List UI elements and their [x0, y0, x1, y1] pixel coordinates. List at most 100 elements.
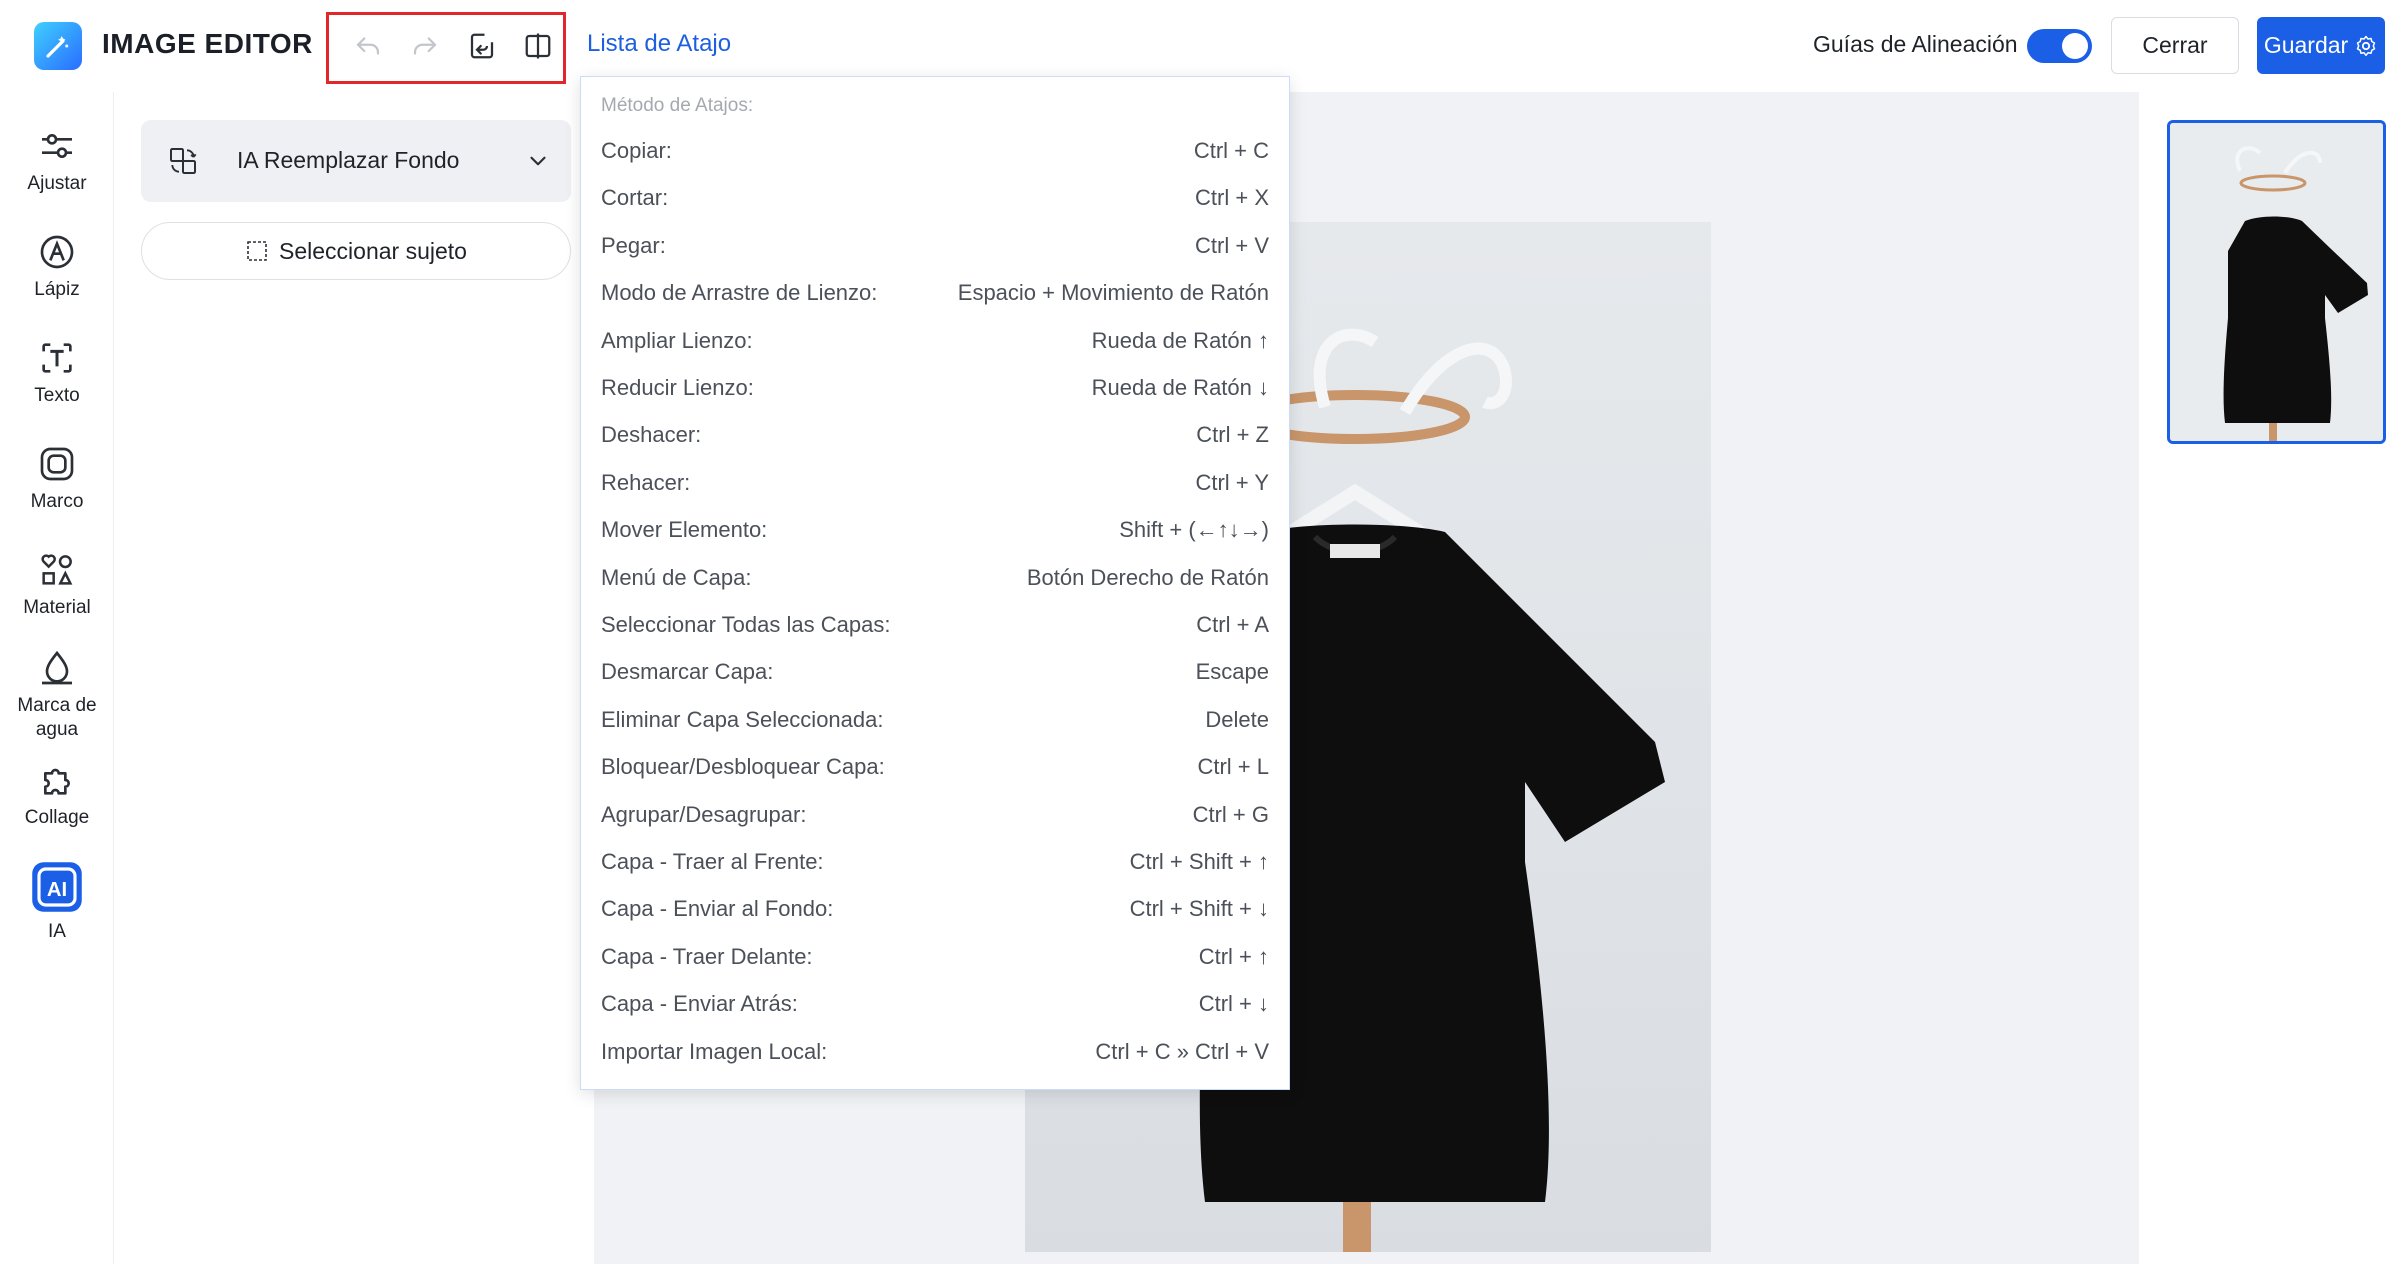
sidebar-item-label: IA: [48, 921, 66, 942]
sidebar-item-marca-de-agua[interactable]: Marca de agua: [0, 648, 114, 742]
shortcut-row: Capa - Traer Delante: Ctrl + ↑: [601, 937, 1269, 977]
shortcut-row: Deshacer: Ctrl + Z: [601, 415, 1269, 455]
undo-icon: [356, 37, 380, 55]
sidebar-item-material[interactable]: Material: [0, 550, 114, 620]
sidebar-item-label: Ajustar: [27, 173, 87, 194]
shortcut-keys: Ctrl + A: [1196, 612, 1269, 637]
shortcut-keys: Shift + (←↑↓→): [1119, 517, 1269, 543]
shortcut-keys: Rueda de Ratón ↑: [1091, 327, 1269, 353]
shortcut-action: Capa - Traer Delante:: [601, 943, 813, 969]
shortcut-action: Capa - Enviar al Fondo:: [601, 896, 834, 922]
shortcut-row: Eliminar Capa Seleccionada: Delete: [601, 700, 1269, 740]
sidebar-item-label: Marca de agua: [17, 695, 97, 740]
layers-panel: [2139, 92, 2397, 1264]
shortcut-row: Seleccionar Todas las Capas: Ctrl + A: [601, 605, 1269, 645]
shortcut-action: Agrupar/Desagrupar:: [601, 801, 807, 827]
shortcut-row: Ampliar Lienzo: Rueda de Ratón ↑: [601, 321, 1269, 361]
compare-button[interactable]: [518, 26, 558, 66]
shortcut-row: Desmarcar Capa: Escape: [601, 652, 1269, 692]
dress-thumbnail: [2170, 123, 2383, 441]
undo-button[interactable]: [348, 26, 388, 66]
shortcut-row: Rehacer: Ctrl + Y: [601, 463, 1269, 503]
shortcut-action: Rehacer:: [601, 469, 691, 495]
sidebar-item-label: Marco: [30, 491, 84, 512]
chevron-down-icon: [530, 156, 546, 166]
shortcut-keys: Ctrl + Shift + ↑: [1129, 849, 1269, 874]
shortcut-action: Cortar:: [601, 185, 669, 211]
save-button[interactable]: Guardar: [2257, 17, 2385, 74]
shortcut-keys: Ctrl + ↓: [1198, 991, 1269, 1017]
shortcut-keys: Delete: [1205, 706, 1269, 732]
sidebar-item-label: Material: [23, 597, 91, 618]
shortcut-row: Modo de Arrastre de Lienzo: Espacio + Mov…: [601, 273, 1269, 313]
shortcut-keys: Ctrl + L: [1197, 754, 1269, 780]
shortcut-row: Importar Imagen Local: Ctrl + C » Ctrl + …: [601, 1032, 1269, 1072]
close-button[interactable]: Cerrar: [2111, 17, 2239, 74]
shortcut-list-popup: Método de Atajos: Copiar: Ctrl + C Cortar:…: [580, 76, 1290, 1090]
shortcut-action: Deshacer:: [601, 422, 702, 448]
shortcut-row: Copiar: Ctrl + C: [601, 131, 1269, 171]
sidebar-item-ajustar[interactable]: Ajustar: [0, 126, 114, 196]
shortcut-keys: Ctrl + Y: [1195, 469, 1269, 495]
image-thumbnail[interactable]: [2167, 120, 2386, 444]
gear-icon: [2356, 35, 2376, 56]
restore-icon: [470, 33, 494, 59]
app-title: IMAGE EDITOR: [102, 28, 313, 59]
shortcut-row: Capa - Enviar Atrás: Ctrl + ↓: [601, 984, 1269, 1024]
shortcut-action: Reducir Lienzo:: [601, 375, 754, 400]
shortcut-row: Mover Elemento: Shift + (←↑↓→): [601, 510, 1269, 550]
shortcut-row: Capa - Enviar al Fondo: Ctrl + Shift + ↓: [601, 889, 1269, 929]
feature-title: IA Reemplazar Fondo: [237, 147, 460, 173]
sliders-icon: [42, 133, 72, 159]
magic-wand-icon: [34, 22, 82, 70]
watermark-icon: [42, 650, 72, 685]
shortcut-action: Capa - Traer al Frente:: [601, 849, 824, 874]
shortcut-row: Capa - Traer al Frente: Ctrl + Shift + ↑: [601, 842, 1269, 882]
shortcut-action: Pegar:: [601, 232, 666, 258]
alignment-guides-label: Guías de Alineación: [1813, 31, 2018, 57]
shortcut-keys: Ctrl + Shift + ↓: [1129, 896, 1269, 922]
select-subject-button[interactable]: Seleccionar sujeto: [141, 222, 571, 280]
shortcut-keys: Rueda de Ratón ↓: [1091, 375, 1269, 400]
shortcut-list-link[interactable]: Lista de Atajo: [587, 30, 731, 58]
pencil-icon: [40, 235, 74, 269]
shortcut-row: Reducir Lienzo: Rueda de Ratón ↓: [601, 368, 1269, 408]
sidebar-item-label: Lápiz: [34, 279, 80, 300]
compare-icon: [525, 33, 551, 59]
feature-panel: IA Reemplazar Fondo Seleccionar sujeto: [115, 92, 593, 1264]
shortcut-action: Mover Elemento:: [601, 517, 768, 543]
tool-sidebar: Ajustar Lápiz Texto Marco Material Marca…: [0, 92, 114, 1264]
sidebar-item-ia[interactable]: AI IA: [0, 860, 114, 944]
shortcut-keys: Ctrl + X: [1195, 185, 1269, 211]
shortcut-action: Importar Imagen Local:: [601, 1038, 828, 1064]
save-button-label: Guardar: [2263, 32, 2349, 58]
select-subject-label: Seleccionar sujeto: [279, 237, 467, 264]
shortcut-action: Eliminar Capa Seleccionada:: [601, 706, 884, 732]
redo-button[interactable]: [405, 26, 445, 66]
alignment-guides-toggle[interactable]: [2027, 29, 2092, 63]
sidebar-item-lapiz[interactable]: Lápiz: [0, 232, 114, 302]
sidebar-item-collage[interactable]: Collage: [0, 760, 114, 830]
shortcut-action: Capa - Enviar Atrás:: [601, 991, 798, 1017]
shortcut-row: Menú de Capa: Botón Derecho de Ratón: [601, 558, 1269, 598]
redo-icon: [413, 37, 437, 55]
shortcut-keys: Botón Derecho de Ratón: [1026, 564, 1269, 590]
shortcut-action: Modo de Arrastre de Lienzo:: [601, 280, 878, 306]
shortcut-row: Bloquear/Desbloquear Capa: Ctrl + L: [601, 747, 1269, 787]
shortcut-row: Agrupar/Desagrupar: Ctrl + G: [601, 795, 1269, 835]
sidebar-item-marco[interactable]: Marco: [0, 444, 114, 514]
shortcut-keys: Ctrl + ↑: [1198, 943, 1269, 969]
shortcut-keys: Escape: [1195, 659, 1269, 685]
shapes-icon: [41, 554, 73, 585]
selection-marquee-icon: [247, 241, 267, 261]
shortcut-keys: Ctrl + C: [1193, 138, 1269, 163]
shortcut-action: Seleccionar Todas las Capas:: [601, 612, 891, 637]
shortcut-action: Desmarcar Capa:: [601, 659, 774, 685]
puzzle-icon: [44, 768, 70, 795]
toggle-knob: [2062, 33, 2088, 59]
sidebar-item-texto[interactable]: Texto: [0, 338, 114, 408]
ai-replace-background-card[interactable]: IA Reemplazar Fondo: [141, 120, 571, 202]
ai-icon: AI: [32, 862, 82, 912]
shortcut-keys: Ctrl + V: [1195, 232, 1269, 258]
restore-button[interactable]: [462, 26, 502, 66]
